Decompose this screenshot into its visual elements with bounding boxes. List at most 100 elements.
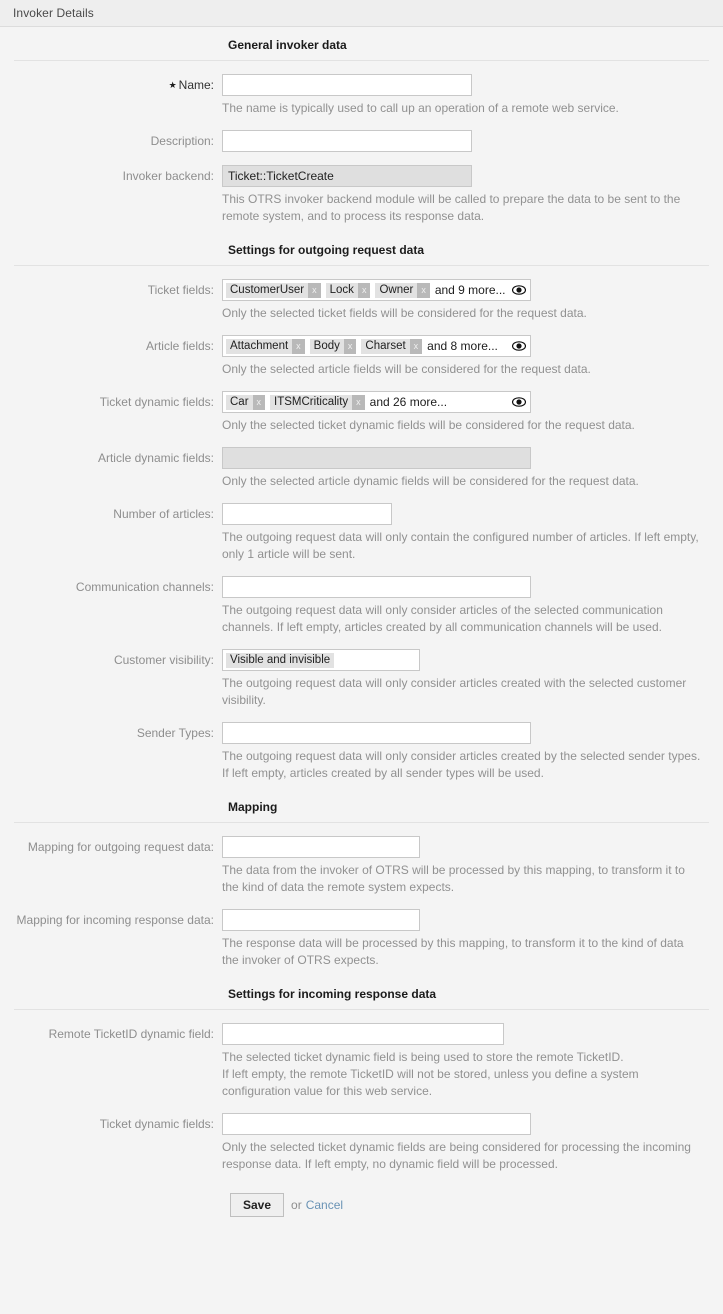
field-row-invoker-backend: Invoker backend: Ticket::TicketCreate Th… [0, 152, 723, 225]
help-ticket-dynamic-fields: Only the selected ticket dynamic fields … [222, 418, 635, 432]
chip-label: Owner [375, 282, 418, 298]
control-number-of-articles: The outgoing request data will only cont… [222, 503, 723, 563]
chip-remove-icon[interactable]: x [417, 282, 430, 298]
name-input[interactable] [222, 74, 472, 96]
help-customer-visibility: The outgoing request data will only cons… [222, 676, 687, 707]
chip[interactable]: Charset x [361, 338, 423, 354]
field-row-article-dynamic-fields: Article dynamic fields: Only the selecte… [0, 434, 723, 490]
chip-remove-icon[interactable]: x [252, 394, 266, 410]
help-ticket-fields: Only the selected ticket fields will be … [222, 306, 587, 320]
field-row-mapping-incoming: Mapping for incoming response data: The … [0, 896, 723, 969]
control-mapping-incoming: The response data will be processed by t… [222, 909, 723, 969]
chip[interactable]: Owner x [375, 282, 430, 298]
mapping-outgoing-select[interactable] [222, 836, 420, 858]
label-mapping-outgoing: Mapping for outgoing request data: [27, 840, 214, 854]
field-row-name: ★ Name: The name is typically used to cal… [0, 61, 723, 117]
chip[interactable]: Attachment x [226, 338, 305, 354]
help-name: The name is typically used to call up an… [222, 101, 619, 115]
chip[interactable]: Lock x [325, 282, 371, 298]
section-general: General invoker data [0, 27, 723, 61]
chip-remove-icon[interactable]: x [357, 282, 371, 298]
cancel-link[interactable]: Cancel [306, 1198, 343, 1212]
chip-remove-icon[interactable]: x [352, 394, 365, 410]
help-article-fields: Only the selected article fields will be… [222, 362, 591, 376]
sender-types-multiselect[interactable] [222, 722, 531, 744]
ticket-dynamic-fields-multiselect[interactable]: Car x ITSMCriticality x and 26 more... [222, 391, 531, 413]
control-remote-ticketid: The selected ticket dynamic field is bei… [222, 1023, 723, 1100]
control-article-fields: Attachment x Body x Charset x and 8 more...… [222, 335, 723, 378]
remote-ticketid-select[interactable] [222, 1023, 504, 1045]
field-row-communication-channels: Communication channels: The outgoing req… [0, 563, 723, 636]
help-article-dynamic-fields: Only the selected article dynamic fields… [222, 474, 639, 488]
field-row-incoming-ticket-dynamic-fields: Ticket dynamic fields: Only the selected… [0, 1100, 723, 1173]
more-count-text: and 9 more... [434, 283, 506, 297]
article-dynamic-fields-multiselect [222, 447, 531, 469]
field-row-number-of-articles: Number of articles: The outgoing request… [0, 490, 723, 563]
chip-label: Attachment [226, 338, 293, 354]
or-label: or [291, 1198, 302, 1212]
chip-remove-icon[interactable]: x [409, 338, 423, 354]
communication-channels-multiselect[interactable] [222, 576, 531, 598]
chip-label: ITSMCriticality [270, 394, 353, 410]
control-incoming-ticket-dynamic-fields: Only the selected ticket dynamic fields … [222, 1113, 723, 1173]
chip-label: Visible and invisible [226, 652, 335, 668]
field-row-description: Description: [0, 117, 723, 152]
help-mapping-incoming: The response data will be processed by t… [222, 936, 684, 967]
control-ticket-fields: CustomerUser x Lock x Owner x and 9 more...… [222, 279, 723, 322]
widget-header: Invoker Details [0, 0, 723, 27]
description-input[interactable] [222, 130, 472, 152]
eye-icon[interactable] [506, 285, 526, 295]
required-star-icon: ★ [168, 80, 177, 90]
field-row-remote-ticketid: Remote TicketID dynamic field: The selec… [0, 1010, 723, 1100]
number-of-articles-input[interactable] [222, 503, 392, 525]
customer-visibility-multiselect[interactable]: Visible and invisible [222, 649, 420, 671]
section-outgoing: Settings for outgoing request data [0, 225, 723, 266]
control-ticket-dynamic-fields: Car x ITSMCriticality x and 26 more... Onl… [222, 391, 723, 434]
help-sender-types: The outgoing request data will only cons… [222, 749, 701, 780]
help-mapping-outgoing: The data from the invoker of OTRS will b… [222, 863, 685, 894]
page-title: Invoker Details [13, 6, 94, 20]
label-sender-types: Sender Types: [136, 726, 214, 740]
chip[interactable]: CustomerUser x [226, 282, 321, 298]
help-invoker-backend: This OTRS invoker backend module will be… [222, 192, 681, 223]
invoker-details-widget: Invoker Details General invoker data ★ Na… [0, 0, 723, 1314]
label-description: Description: [150, 134, 214, 148]
field-row-article-fields: Article fields: Attachment x Body x Charse… [0, 322, 723, 378]
label-article-fields: Article fields: [145, 339, 214, 353]
more-count-text: and 8 more... [427, 339, 498, 353]
chip-label: Car [226, 394, 253, 410]
eye-icon[interactable] [506, 341, 526, 351]
label-name-text: Name: [178, 78, 214, 92]
control-customer-visibility: Visible and invisible The outgoing reque… [222, 649, 723, 709]
chip-remove-icon[interactable]: x [292, 338, 305, 354]
chip-remove-icon[interactable]: x [343, 338, 357, 354]
label-ticket-fields: Ticket fields: [147, 283, 214, 297]
label-invoker-backend: Invoker backend: [122, 169, 214, 183]
control-mapping-outgoing: The data from the invoker of OTRS will b… [222, 836, 723, 896]
eye-icon[interactable] [506, 397, 526, 407]
mapping-incoming-select[interactable] [222, 909, 420, 931]
submit-row: Save or Cancel [0, 1173, 723, 1217]
label-incoming-ticket-dynamic-fields: Ticket dynamic fields: [99, 1117, 214, 1131]
chip-label: CustomerUser [226, 282, 309, 298]
control-communication-channels: The outgoing request data will only cons… [222, 576, 723, 636]
incoming-ticket-dynamic-fields-multiselect[interactable] [222, 1113, 531, 1135]
label-ticket-dynamic-fields: Ticket dynamic fields: [99, 395, 214, 409]
article-fields-multiselect[interactable]: Attachment x Body x Charset x and 8 more... [222, 335, 531, 357]
save-button[interactable]: Save [230, 1193, 285, 1217]
widget-body: General invoker data ★ Name: The name is … [0, 27, 723, 1217]
section-incoming: Settings for incoming response data [0, 969, 723, 1010]
invoker-backend-value: Ticket::TicketCreate [222, 165, 472, 187]
chip[interactable]: ITSMCriticality x [270, 394, 365, 410]
label-article-dynamic-fields: Article dynamic fields: [97, 451, 214, 465]
chip-label: Lock [325, 282, 358, 298]
control-description [222, 130, 723, 152]
label-customer-visibility: Customer visibility: [113, 653, 214, 667]
chip[interactable]: Body x [309, 338, 357, 354]
label-number-of-articles: Number of articles: [113, 507, 214, 521]
chip-remove-icon[interactable]: x [308, 282, 321, 298]
label-communication-channels: Communication channels: [75, 580, 214, 594]
ticket-fields-multiselect[interactable]: CustomerUser x Lock x Owner x and 9 more... [222, 279, 531, 301]
chip[interactable]: Visible and invisible [226, 652, 335, 668]
chip[interactable]: Car x [226, 394, 266, 410]
